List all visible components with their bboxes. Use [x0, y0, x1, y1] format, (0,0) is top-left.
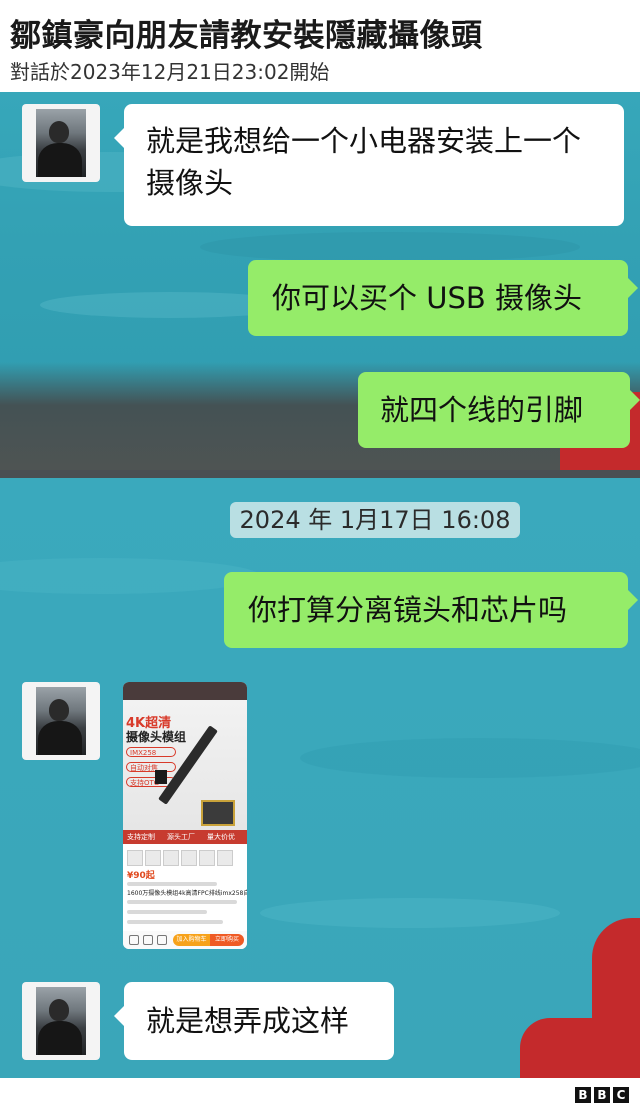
page-subtitle: 對話於2023年12月21日23:02開始 [10, 60, 330, 84]
screenshot-divider [0, 470, 640, 478]
page-title: 鄒鎮豪向朋友請教安裝隱藏攝像頭 [10, 18, 483, 54]
shop-icon [129, 935, 139, 945]
text-line [127, 900, 237, 904]
product-tag: IMX258 [126, 747, 176, 757]
wallpaper-red-shape [520, 1018, 640, 1078]
product-tag: 自动对焦 [126, 762, 176, 772]
message-bubble[interactable]: 就是想弄成这样 [114, 982, 394, 1060]
camera-module-graphic [155, 770, 167, 784]
product-status-bar [123, 682, 247, 700]
feature-label: 源头工厂 [167, 833, 195, 841]
text-line [127, 882, 217, 886]
buy-now-button: 立即购买 [210, 934, 244, 946]
message-text: 你打算分离镜头和芯片吗 [248, 593, 568, 627]
message-bubble[interactable]: 你可以买个 USB 摄像头 [248, 260, 638, 336]
footer: B B C [0, 1078, 640, 1110]
avatar[interactable] [22, 982, 100, 1060]
feature-label: 支持定制 [127, 833, 155, 841]
bbc-logo-block: B [594, 1087, 610, 1103]
product-photo: 4K超清 摄像头模组 IMX258 自动对焦 支持OTG [123, 700, 247, 830]
message-bubble[interactable]: 就四个线的引脚 [358, 372, 640, 448]
avatar[interactable] [22, 682, 100, 760]
product-action-bar: 加入购物车 立即购买 [123, 931, 247, 949]
feature-label: 量大价优 [207, 833, 235, 841]
product-title: 1600万摄像头模组4k高清FPC排线imx258自 [127, 890, 247, 897]
header: 鄒鎮豪向朋友請教安裝隱藏攝像頭 對話於2023年12月21日23:02開始 [0, 0, 640, 92]
service-icon [143, 935, 153, 945]
bbc-logo-block: C [613, 1087, 629, 1103]
product-price: ¥90起 [127, 871, 155, 881]
message-text: 你可以买个 USB 摄像头 [272, 281, 582, 315]
product-subheadline: 摄像头模组 [126, 730, 187, 744]
text-line [127, 910, 207, 914]
board-graphic [201, 800, 235, 826]
product-feature-bar: 支持定制 源头工厂 量大价优 [123, 830, 247, 844]
message-bubble[interactable]: 就是我想给一个小电器安装上一个摄像头 [114, 104, 624, 226]
text-line [127, 920, 223, 924]
product-image-message[interactable]: 4K超清 摄像头模组 IMX258 自动对焦 支持OTG 支持定制 源头工厂 量… [123, 682, 247, 949]
bbc-logo-block: B [575, 1087, 591, 1103]
add-to-cart-button: 加入购物车 [173, 934, 210, 946]
star-icon [157, 935, 167, 945]
message-bubble[interactable]: 你打算分离镜头和芯片吗 [224, 572, 638, 648]
message-text: 就是想弄成这样 [146, 1004, 350, 1038]
chat-screenshot-1: 就是我想给一个小电器安装上一个摄像头 你可以买个 USB 摄像头 就四个线的引脚 [0, 92, 640, 470]
message-text: 就是我想给一个小电器安装上一个摄像头 [146, 124, 582, 200]
message-text: 就四个线的引脚 [380, 393, 584, 427]
chat-timestamp: 2024 年 1月17日 16:08 [230, 502, 520, 538]
avatar[interactable] [22, 104, 100, 182]
